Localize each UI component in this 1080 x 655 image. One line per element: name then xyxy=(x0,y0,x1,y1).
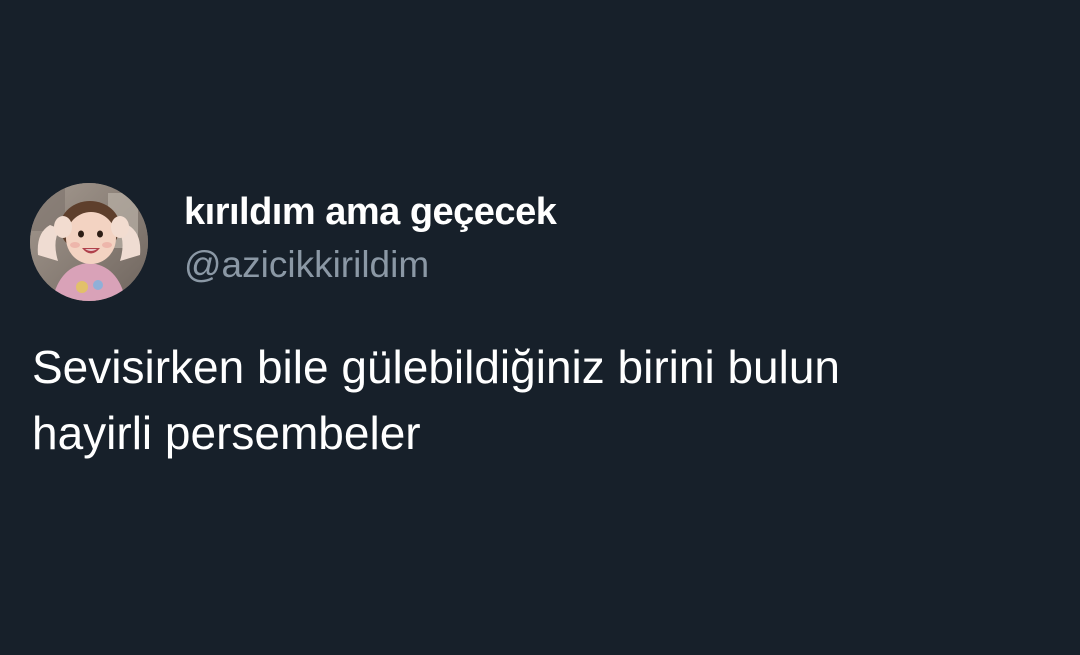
avatar-photo xyxy=(30,183,148,301)
tweet-text-line: hayirli persembeler xyxy=(32,407,421,459)
user-handle[interactable]: @azicikkirildim xyxy=(184,244,429,286)
tweet-text-line: Sevisirken bile gülebildiğiniz birini bu… xyxy=(32,341,841,393)
tweet-text: Sevisirken bile gülebildiğiniz birini bu… xyxy=(32,334,1042,466)
display-name[interactable]: kırıldım ama geçecek xyxy=(184,191,557,234)
tweet-card: kırıldım ama geçecek @azicikkirildim Sev… xyxy=(0,0,1080,655)
avatar[interactable] xyxy=(30,183,148,301)
